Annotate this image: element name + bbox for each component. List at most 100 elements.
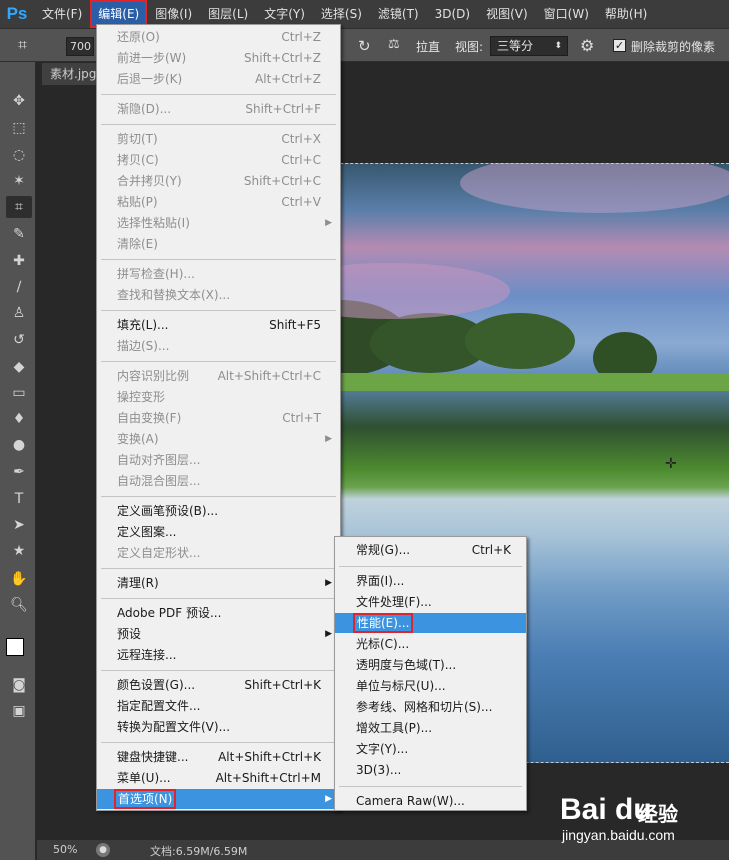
hand-tool-icon[interactable]: ✋ — [6, 568, 32, 590]
menu-item[interactable]: 常规(G)... Ctrl+K — [335, 540, 526, 560]
menu-item-label: 性能(E)... — [352, 613, 414, 633]
menu-item[interactable]: 查找和替换文本(X)... — [97, 285, 340, 305]
menu-item[interactable]: 文件处理(F)... — [335, 592, 526, 612]
menu-item[interactable]: Camera Raw(W)... — [335, 791, 526, 811]
foreground-color-swatch[interactable] — [6, 638, 24, 656]
menu-item[interactable]: 定义图案... — [97, 522, 340, 542]
zoom-level[interactable]: 50% — [53, 843, 77, 856]
menu-separator — [101, 124, 336, 125]
menu-item[interactable]: 远程连接... — [97, 645, 340, 665]
menu-window[interactable]: 窗口(W) — [536, 0, 597, 28]
shape-tool-icon[interactable]: ★ — [6, 540, 32, 562]
history-brush-tool-icon[interactable]: ↺ — [6, 329, 32, 351]
brush-tool-icon[interactable]: ∕ — [6, 276, 32, 298]
rotate-icon[interactable]: ↻ — [358, 37, 371, 55]
menu-item[interactable]: 变换(A) ▶ — [97, 429, 340, 449]
menu-item[interactable]: 转换为配置文件(V)... — [97, 717, 340, 737]
menu-item[interactable]: 粘贴(P) Ctrl+V — [97, 192, 340, 212]
menu-item[interactable]: 操控变形 — [97, 387, 340, 407]
menu-item-shortcut: Alt+Shift+Ctrl+K — [218, 750, 321, 764]
menu-separator — [101, 598, 336, 599]
gradient-tool-icon[interactable]: ▭ — [6, 382, 32, 404]
menu-item[interactable]: 自由变换(F) Ctrl+T — [97, 408, 340, 428]
menu-item[interactable]: 透明度与色域(T)... — [335, 655, 526, 675]
marquee-tool-icon[interactable]: ⬚ — [6, 117, 32, 139]
menu-item-shortcut: Shift+Ctrl+K — [244, 678, 321, 692]
menu-item-shortcut: Shift+Ctrl+Z — [244, 51, 321, 65]
menu-item[interactable]: 拷贝(C) Ctrl+C — [97, 150, 340, 170]
menu-item[interactable]: 首选项(N) ▶ — [97, 789, 340, 809]
document-tab[interactable]: 素材.jpg — [42, 63, 100, 85]
menu-item[interactable]: 选择性粘贴(I) ▶ — [97, 213, 340, 233]
menu-item[interactable]: 菜单(U)... Alt+Shift+Ctrl+M — [97, 768, 340, 788]
status-info-icon[interactable]: ● — [96, 843, 110, 857]
menu-item[interactable]: 合并拷贝(Y) Shift+Ctrl+C — [97, 171, 340, 191]
menu-item[interactable]: 界面(I)... — [335, 571, 526, 591]
quick-mask-icon[interactable]: ◙ — [6, 674, 32, 696]
zoom-tool-icon[interactable]: 🔍︎ — [6, 594, 32, 616]
menu-filter[interactable]: 滤镜(T) — [370, 0, 427, 28]
crop-tool-icon[interactable]: ⌗ — [6, 196, 32, 218]
ratio-input[interactable]: 700 — [66, 37, 94, 56]
menu-item[interactable]: 后退一步(K) Alt+Ctrl+Z — [97, 69, 340, 89]
dodge-tool-icon[interactable]: ● — [6, 434, 32, 456]
menu-item[interactable]: 内容识别比例 Alt+Shift+Ctrl+C — [97, 366, 340, 386]
menu-item[interactable]: Adobe PDF 预设... — [97, 603, 340, 623]
stamp-tool-icon[interactable]: ♙ — [6, 302, 32, 324]
menu-item[interactable]: 文字(Y)... — [335, 739, 526, 759]
pen-tool-icon[interactable]: ✒ — [6, 461, 32, 483]
menu-item[interactable]: 前进一步(W) Shift+Ctrl+Z — [97, 48, 340, 68]
menu-view[interactable]: 视图(V) — [478, 0, 536, 28]
menu-item[interactable]: 还原(O) Ctrl+Z — [97, 27, 340, 47]
blur-tool-icon[interactable]: ♦ — [6, 408, 32, 430]
menu-item-label: 渐隐(D)... — [117, 102, 172, 116]
menu-item[interactable]: 键盘快捷键... Alt+Shift+Ctrl+K — [97, 747, 340, 767]
menu-help[interactable]: 帮助(H) — [597, 0, 655, 28]
menu-item-shortcut: Ctrl+V — [281, 195, 321, 209]
path-selection-tool-icon[interactable]: ➤ — [6, 514, 32, 536]
view-select[interactable]: 三等分 ⬍ — [490, 36, 568, 56]
straighten-icon[interactable]: ⚖ — [388, 37, 400, 52]
menu-item[interactable]: 颜色设置(G)... Shift+Ctrl+K — [97, 675, 340, 695]
menu-item-label: 还原(O) — [117, 30, 160, 44]
menu-item[interactable]: 性能(E)... — [335, 613, 526, 633]
menu-item[interactable]: 渐隐(D)... Shift+Ctrl+F — [97, 99, 340, 119]
menu-item[interactable]: 定义自定形状... — [97, 543, 340, 563]
menu-item[interactable]: 自动对齐图层... — [97, 450, 340, 470]
menu-3d[interactable]: 3D(D) — [427, 0, 478, 28]
delete-cropped-checkbox[interactable]: ✓ — [613, 39, 626, 52]
menu-item[interactable]: 光标(C)... — [335, 634, 526, 654]
menu-item-label: 拼写检查(H)... — [117, 267, 195, 281]
eyedropper-tool-icon[interactable]: ✎ — [6, 223, 32, 245]
menu-item[interactable]: 预设 ▶ — [97, 624, 340, 644]
menu-item[interactable]: 清理(R) ▶ — [97, 573, 340, 593]
menu-item[interactable]: 单位与标尺(U)... — [335, 676, 526, 696]
eraser-tool-icon[interactable]: ◆ — [6, 356, 32, 378]
menu-item[interactable]: 指定配置文件... — [97, 696, 340, 716]
type-tool-icon[interactable]: T — [6, 488, 32, 510]
menu-item[interactable]: 3D(3)... — [335, 760, 526, 780]
menu-item[interactable]: 描边(S)... — [97, 336, 340, 356]
menu-item-label: 首选项(N) — [113, 789, 177, 809]
crop-tool-icon[interactable]: ⌗ — [18, 35, 44, 57]
gear-icon[interactable]: ⚙ — [580, 36, 594, 55]
screen-mode-icon[interactable]: ▣ — [6, 700, 32, 722]
healing-brush-tool-icon[interactable]: ✚ — [6, 250, 32, 272]
photoshop-logo: Ps — [6, 4, 28, 23]
menu-item[interactable]: 定义画笔预设(B)... — [97, 501, 340, 521]
move-tool-icon[interactable]: ✥ — [6, 90, 32, 112]
menu-item-shortcut: Alt+Ctrl+Z — [255, 72, 321, 86]
straighten-button[interactable]: 拉直 — [416, 38, 440, 55]
menu-item-label: 定义画笔预设(B)... — [117, 504, 219, 518]
menu-item[interactable]: 参考线、网格和切片(S)... — [335, 697, 526, 717]
menu-item[interactable]: 拼写检查(H)... — [97, 264, 340, 284]
menu-file[interactable]: 文件(F) — [34, 0, 90, 28]
menu-item[interactable]: 清除(E) — [97, 234, 340, 254]
magic-wand-tool-icon[interactable]: ✶ — [6, 170, 32, 192]
menu-item[interactable]: 填充(L)... Shift+F5 — [97, 315, 340, 335]
menu-item[interactable]: 自动混合图层... — [97, 471, 340, 491]
menu-item[interactable]: 剪切(T) Ctrl+X — [97, 129, 340, 149]
lasso-tool-icon[interactable]: ◌ — [6, 144, 32, 166]
menu-item[interactable]: 增效工具(P)... — [335, 718, 526, 738]
document-size[interactable]: 文档:6.59M/6.59M — [150, 843, 247, 859]
